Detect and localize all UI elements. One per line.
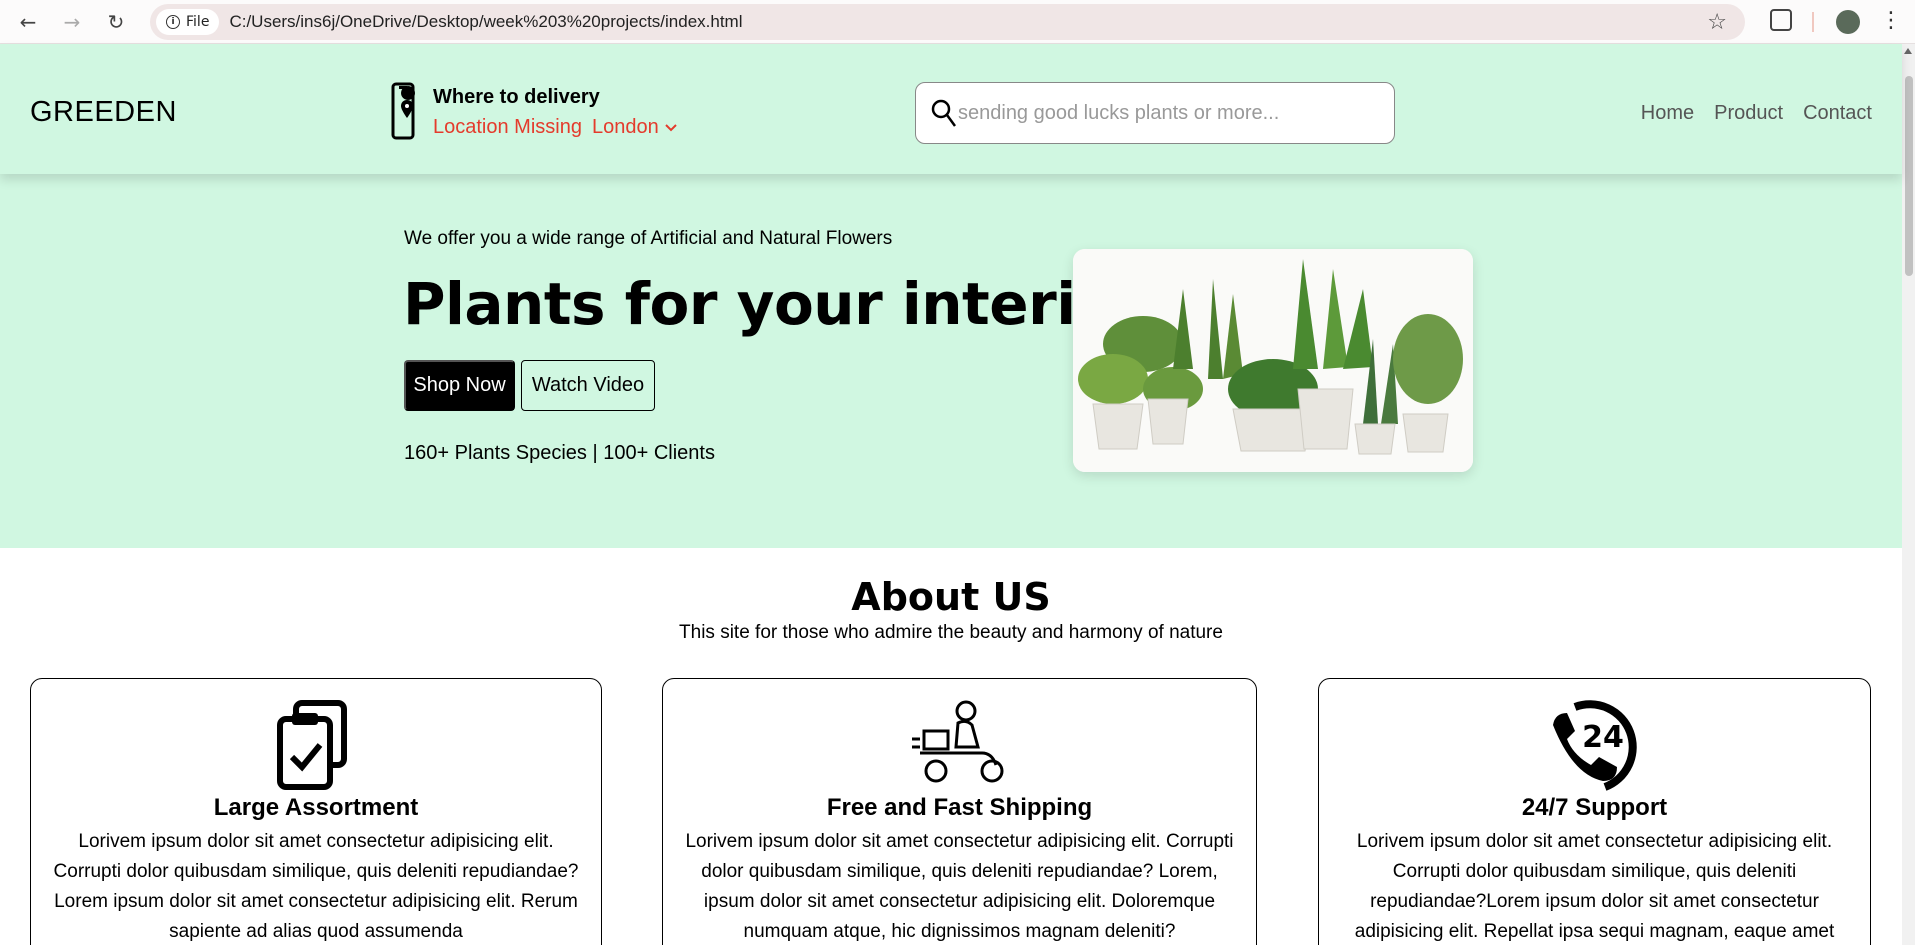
toolbar-divider bbox=[1812, 12, 1814, 32]
feature-card-assortment: Large Assortment Lorivem ipsum dolor sit… bbox=[30, 678, 602, 945]
search-icon[interactable] bbox=[930, 98, 956, 128]
bookmark-star-icon[interactable]: ☆ bbox=[1707, 10, 1727, 35]
site-header: GREEDEN Where to delivery Location Missi… bbox=[0, 44, 1902, 174]
card-body: Lorivem ipsum dolor sit amet consectetur… bbox=[1354, 831, 1835, 942]
search-box bbox=[915, 82, 1395, 144]
main-nav: Home Product Contact bbox=[1641, 102, 1872, 125]
page-scrollbar[interactable] bbox=[1902, 44, 1915, 945]
back-icon[interactable]: ← bbox=[8, 2, 48, 42]
location-select-value: London bbox=[592, 116, 659, 138]
url-text[interactable]: C:/Users/ins6j/OneDrive/Desktop/week%203… bbox=[229, 12, 742, 32]
nav-product-link[interactable]: Product bbox=[1714, 102, 1783, 125]
svg-text:24: 24 bbox=[1582, 720, 1624, 755]
card-body: Lorivem ipsum dolor sit amet consectetur… bbox=[685, 831, 1234, 942]
location-missing-text: Location Missing bbox=[433, 116, 582, 138]
hero-title: Plants for your interior bbox=[403, 270, 1144, 338]
clipboard-check-icon bbox=[277, 700, 347, 790]
delivery-scooter-icon bbox=[911, 700, 1003, 783]
browser-menu-icon[interactable]: ⋮ bbox=[1880, 8, 1902, 33]
site-logo[interactable]: GREEDEN bbox=[30, 96, 177, 129]
info-icon: i bbox=[166, 15, 180, 29]
card-body: Lorivem ipsum dolor sit amet consectetur… bbox=[53, 831, 579, 942]
card-title: Large Assortment bbox=[213, 794, 419, 821]
reload-icon[interactable]: ↻ bbox=[96, 2, 136, 42]
nav-contact-link[interactable]: Contact bbox=[1803, 102, 1872, 125]
chevron-down-icon bbox=[665, 123, 677, 131]
support-24-7-icon: 24 bbox=[1552, 700, 1637, 791]
file-chip-label: File bbox=[186, 14, 210, 30]
about-subtitle: This site for those who admire the beaut… bbox=[679, 622, 1223, 643]
feature-card-shipping: Free and Fast Shipping Lorivem ipsum dol… bbox=[662, 678, 1257, 945]
card-title: 24/7 Support bbox=[1521, 794, 1668, 821]
hero-stats: 160+ Plants Species | 100+ Clients bbox=[404, 442, 715, 464]
feature-card-support: 24 24/7 Support Lorivem ipsum dolor sit … bbox=[1318, 678, 1871, 945]
forward-icon[interactable]: → bbox=[52, 2, 92, 42]
profile-avatar[interactable] bbox=[1836, 10, 1860, 34]
extensions-icon[interactable] bbox=[1770, 9, 1792, 31]
hero-kicker: We offer you a wide range of Artificial … bbox=[404, 228, 893, 249]
nav-home-link[interactable]: Home bbox=[1641, 102, 1694, 125]
about-title: About US bbox=[851, 575, 1051, 619]
delivery-title: Where to delivery bbox=[433, 86, 600, 108]
hero-section: We offer you a wide range of Artificial … bbox=[0, 174, 1902, 548]
scroll-thumb[interactable] bbox=[1905, 76, 1913, 276]
shop-now-button[interactable]: Shop Now bbox=[404, 360, 515, 411]
card-title: Free and Fast Shipping bbox=[826, 794, 1093, 821]
file-chip[interactable]: i File bbox=[156, 9, 220, 35]
plants-image bbox=[1073, 249, 1473, 472]
browser-toolbar: ← → ↻ i File C:/Users/ins6j/OneDrive/Des… bbox=[0, 0, 1915, 44]
address-bar[interactable]: i File C:/Users/ins6j/OneDrive/Desktop/w… bbox=[150, 4, 1745, 40]
location-select[interactable]: London bbox=[592, 116, 677, 139]
scroll-up-arrow-icon[interactable] bbox=[1904, 48, 1912, 54]
watch-video-button[interactable]: Watch Video bbox=[521, 360, 655, 411]
search-input[interactable] bbox=[958, 101, 1378, 125]
phone-location-icon bbox=[391, 82, 416, 140]
